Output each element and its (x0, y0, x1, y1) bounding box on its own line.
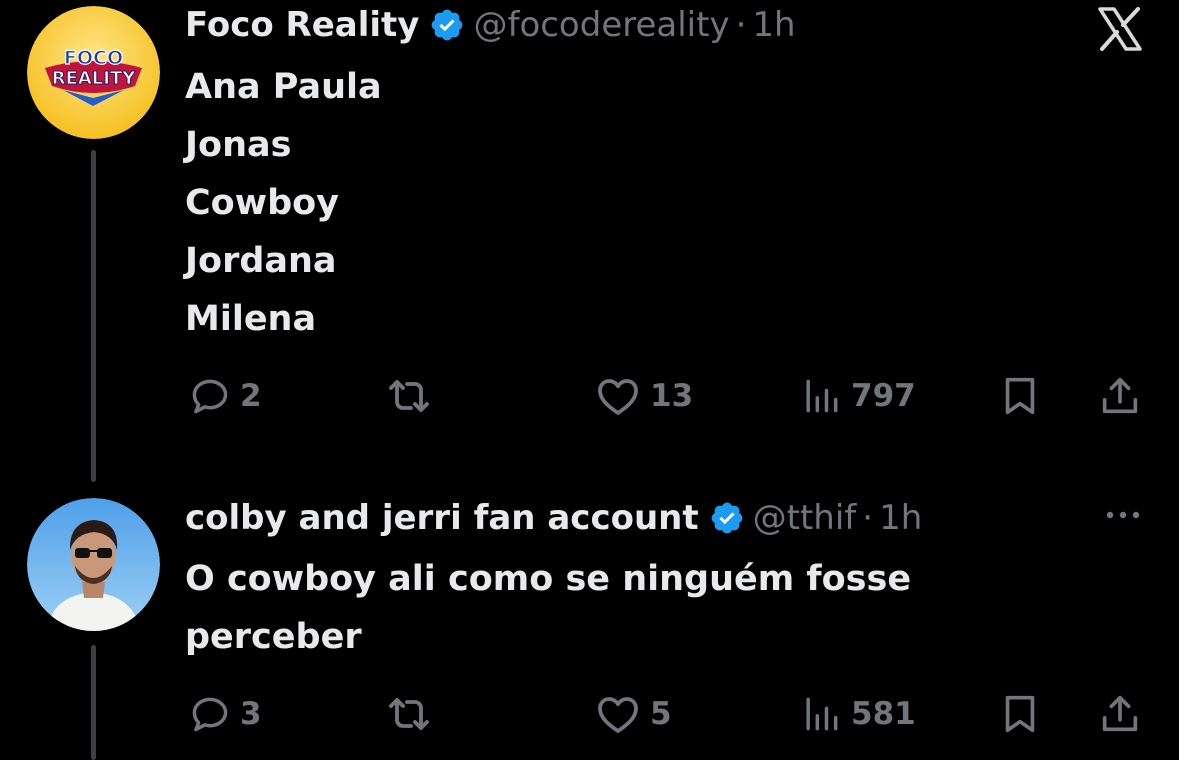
views-button[interactable]: 797 (799, 368, 916, 424)
reply-button[interactable]: 2 (188, 368, 262, 424)
retweet-icon (385, 690, 433, 738)
verified-badge-icon[interactable] (429, 7, 465, 43)
avatar-foco-reality[interactable]: FOCO REALITY (27, 6, 160, 139)
reply-icon (188, 374, 232, 418)
tweet-time[interactable]: 1h (752, 2, 795, 48)
share-button[interactable] (1097, 368, 1143, 424)
tweet-time[interactable]: 1h (879, 495, 922, 541)
verified-badge-icon[interactable] (709, 500, 745, 536)
tweet-actions: 3 5 581 (185, 686, 1145, 742)
retweet-icon (385, 372, 433, 420)
tweet-header: colby and jerri fan account @tthif · 1h (185, 495, 922, 541)
retweet-button[interactable] (385, 368, 433, 424)
share-icon (1097, 373, 1143, 419)
x-logo-icon[interactable] (1096, 6, 1144, 52)
view-count: 581 (851, 696, 916, 732)
bookmark-button[interactable] (997, 368, 1043, 424)
tweet-header: Foco Reality @focodereality · 1h (185, 2, 796, 48)
reply-button[interactable]: 3 (188, 686, 262, 742)
thread-line-2 (91, 645, 96, 760)
like-count: 13 (650, 378, 694, 414)
tweet-text-line: Jonas (185, 125, 292, 165)
like-button[interactable]: 5 (594, 686, 672, 742)
view-count: 797 (851, 378, 916, 414)
bookmark-icon (997, 691, 1043, 737)
tweet-text: Ana Paula Jonas Cowboy Jordana Milena (185, 58, 382, 348)
tweet-text-line: perceber (185, 617, 362, 657)
svg-text:REALITY: REALITY (52, 68, 137, 89)
heart-icon (594, 690, 642, 738)
like-button[interactable]: 13 (594, 368, 693, 424)
author-name[interactable]: colby and jerri fan account (185, 495, 699, 541)
separator-dot: · (735, 5, 747, 45)
author-handle[interactable]: @tthif (753, 495, 857, 541)
bookmark-icon (997, 373, 1043, 419)
svg-text:FOCO: FOCO (64, 47, 123, 69)
reply-count: 3 (240, 696, 262, 732)
views-button[interactable]: 581 (799, 686, 916, 742)
views-icon (799, 692, 843, 736)
thread-line-1 (91, 150, 96, 482)
avatar-colby-and-jerri[interactable] (27, 498, 160, 631)
tweet-actions: 2 13 797 (185, 368, 1145, 424)
like-count: 5 (650, 696, 672, 732)
reply-count: 2 (240, 378, 262, 414)
bookmark-button[interactable] (997, 686, 1043, 742)
author-name[interactable]: Foco Reality (185, 2, 419, 48)
share-icon (1097, 691, 1143, 737)
more-icon[interactable] (1098, 500, 1148, 530)
views-icon (799, 374, 843, 418)
author-handle[interactable]: @focodereality (473, 2, 729, 48)
retweet-button[interactable] (385, 686, 433, 742)
share-button[interactable] (1097, 686, 1143, 742)
tweet-text-line: Ana Paula (185, 67, 382, 107)
tweet-text-line: Jordana (185, 241, 337, 281)
tweet-text-line: Milena (185, 299, 317, 339)
heart-icon (594, 372, 642, 420)
tweet-text-line: Cowboy (185, 183, 339, 223)
tweet-text: O cowboy ali como se ninguém fosse perce… (185, 550, 911, 666)
reply-icon (188, 692, 232, 736)
separator-dot: · (862, 498, 874, 538)
tweet-text-line: O cowboy ali como se ninguém fosse (185, 559, 912, 599)
